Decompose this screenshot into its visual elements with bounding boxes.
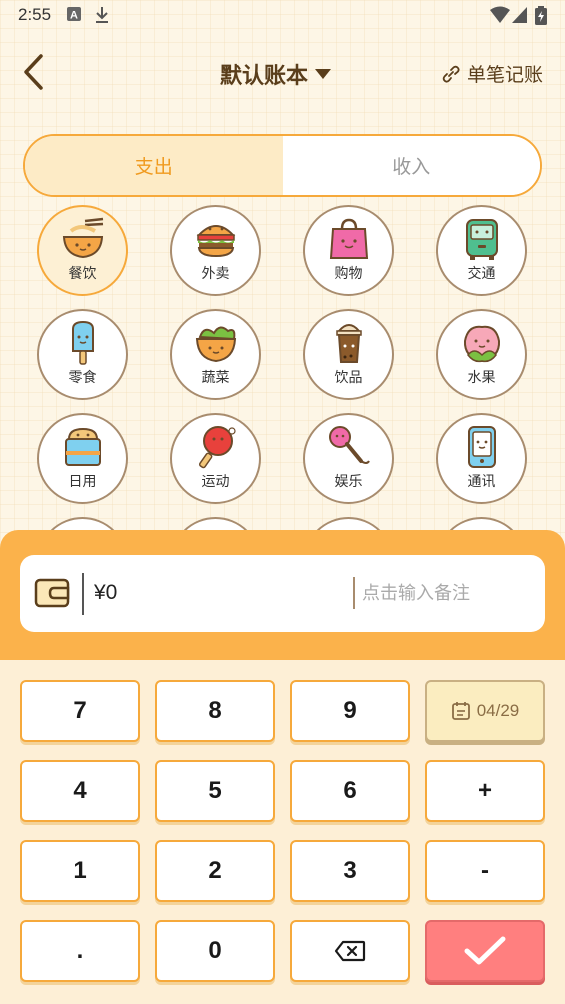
- ledger-selector[interactable]: 默认账本: [220, 58, 332, 90]
- popsicle-icon: [71, 321, 94, 365]
- category-telecom[interactable]: 通讯: [436, 413, 527, 504]
- category-label: 娱乐: [334, 474, 363, 490]
- signal-icon: [512, 6, 528, 28]
- date-label: 04/29: [476, 701, 520, 720]
- vegetable-basket-icon: [195, 326, 236, 363]
- key-5[interactable]: 5: [155, 760, 275, 822]
- key-6[interactable]: 6: [290, 760, 410, 822]
- category-label: 饮品: [334, 370, 363, 386]
- ping-pong-paddle-icon: [198, 426, 236, 469]
- link-icon: [442, 65, 460, 83]
- tab-expense[interactable]: 支出: [25, 136, 283, 195]
- key-9[interactable]: 9: [290, 680, 410, 742]
- entry-header: ¥0: [0, 530, 565, 660]
- category-label: 零食: [68, 370, 97, 386]
- category-shopping[interactable]: 购物: [303, 205, 394, 296]
- category-label: 蔬菜: [201, 370, 230, 386]
- daily-goods-icon: [64, 427, 101, 466]
- download-icon: [94, 6, 110, 28]
- key-dot[interactable]: .: [20, 920, 140, 982]
- category-dining[interactable]: 餐饮: [37, 205, 128, 296]
- single-entry-button[interactable]: 单笔记账: [441, 60, 543, 87]
- category-takeout[interactable]: 外卖: [170, 205, 261, 296]
- key-3[interactable]: 3: [290, 840, 410, 902]
- key-4[interactable]: 4: [20, 760, 140, 822]
- divider: [82, 573, 84, 615]
- shopping-bag-icon: [329, 218, 368, 259]
- page-title: 默认账本: [220, 64, 309, 89]
- type-tabs: 支出 收入: [23, 134, 542, 197]
- status-time: 2:55: [18, 5, 52, 24]
- category-label: 餐饮: [68, 266, 97, 282]
- confirm-button[interactable]: [425, 920, 545, 982]
- backspace-icon: [334, 940, 366, 962]
- entry-panel: ¥0 7 8 9 04/29 4 5 6 + 1 2 3 -: [0, 530, 565, 1004]
- divider: [353, 577, 355, 609]
- svg-text:A: A: [70, 10, 78, 22]
- category-fruit[interactable]: 水果: [436, 309, 527, 400]
- single-entry-label: 单笔记账: [466, 64, 543, 86]
- backspace-button[interactable]: [290, 920, 410, 982]
- tab-income[interactable]: 收入: [282, 136, 540, 195]
- wifi-icon: [490, 6, 510, 28]
- amount-input-bar: ¥0: [20, 555, 545, 632]
- header: 默认账本 单笔记账: [0, 42, 565, 106]
- category-label: 通讯: [467, 474, 496, 490]
- date-button[interactable]: 04/29: [425, 680, 545, 742]
- category-daily[interactable]: 日用: [37, 413, 128, 504]
- category-label: 运动: [201, 474, 230, 490]
- wallet-button[interactable]: [34, 577, 70, 609]
- drink-cup-icon: [335, 324, 362, 363]
- keypad: 7 8 9 04/29 4 5 6 + 1 2 3 - . 0: [0, 660, 565, 1004]
- key-8[interactable]: 8: [155, 680, 275, 742]
- amount-display[interactable]: ¥0: [94, 581, 117, 605]
- category-label: 日用: [68, 474, 97, 490]
- calendar-icon: [451, 702, 470, 720]
- note-input[interactable]: [362, 583, 532, 604]
- burger-icon: [196, 225, 235, 258]
- checkmark-icon: [464, 936, 506, 965]
- phone-icon: [467, 426, 496, 468]
- category-label: 外卖: [201, 266, 230, 282]
- category-entertainment[interactable]: 娱乐: [303, 413, 394, 504]
- key-2[interactable]: 2: [155, 840, 275, 902]
- category-snacks[interactable]: 零食: [37, 309, 128, 400]
- key-1[interactable]: 1: [20, 840, 140, 902]
- category-label: 水果: [467, 370, 496, 386]
- key-minus[interactable]: -: [425, 840, 545, 902]
- key-7[interactable]: 7: [20, 680, 140, 742]
- category-transport[interactable]: 交通: [436, 205, 527, 296]
- key-plus[interactable]: +: [425, 760, 545, 822]
- bus-icon: [465, 219, 498, 260]
- status-bar: 2:55 A: [0, 0, 565, 32]
- wallet-icon: [34, 578, 70, 608]
- microphone-icon: [328, 426, 370, 464]
- back-button[interactable]: [16, 52, 56, 92]
- category-label: 购物: [334, 266, 363, 282]
- noodle-bowl-icon: [62, 217, 103, 259]
- category-label: 交通: [467, 266, 496, 282]
- chevron-left-icon: [24, 54, 43, 90]
- category-vegetables[interactable]: 蔬菜: [170, 309, 261, 400]
- key-0[interactable]: 0: [155, 920, 275, 982]
- category-sports[interactable]: 运动: [170, 413, 261, 504]
- battery-icon: [535, 6, 547, 30]
- notification-a-icon: A: [66, 6, 82, 26]
- caret-down-icon: [315, 69, 332, 79]
- category-drinks[interactable]: 饮品: [303, 309, 394, 400]
- peach-icon: [463, 325, 500, 363]
